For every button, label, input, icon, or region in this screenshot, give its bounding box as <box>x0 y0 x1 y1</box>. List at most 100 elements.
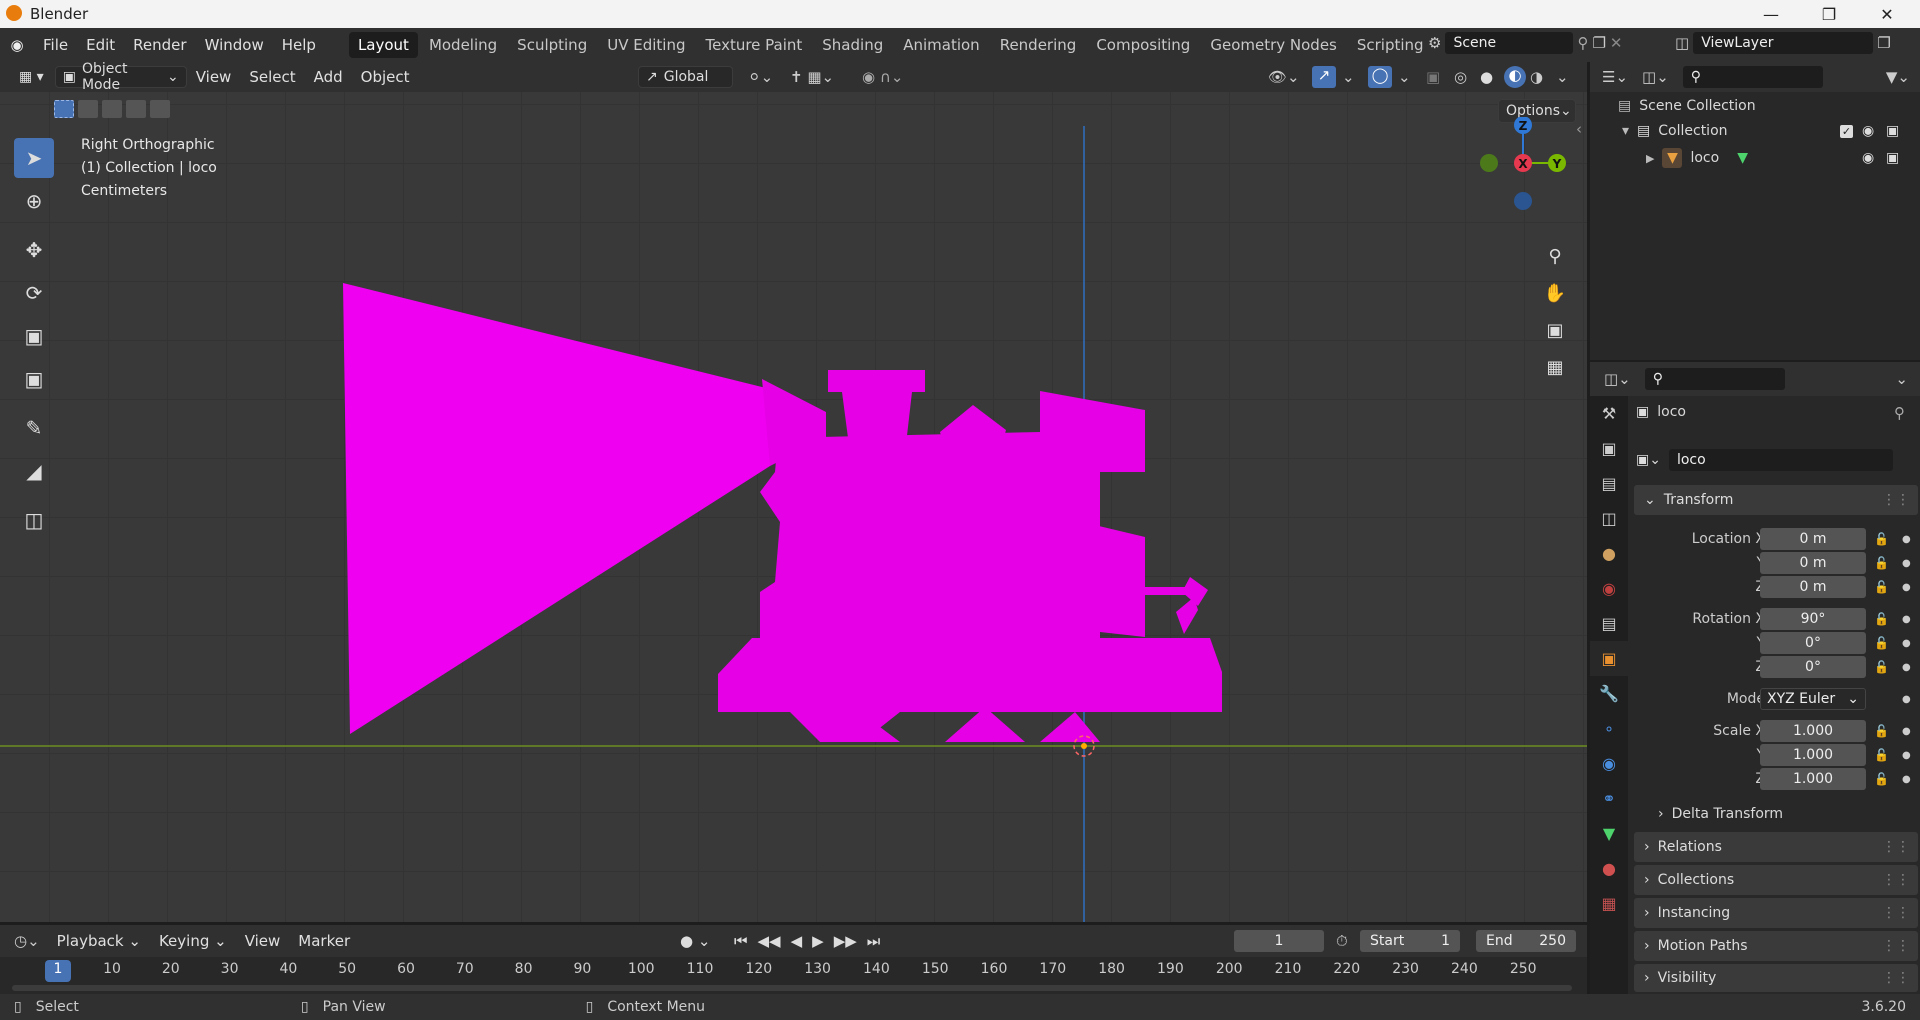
lock-icon[interactable]: 🔓 <box>1874 724 1889 738</box>
timeline-editor-icon[interactable]: ◷⌄ <box>14 932 40 950</box>
pivot-icon[interactable]: ⚪⌄ <box>748 68 773 86</box>
scene-name-field[interactable]: Scene <box>1445 32 1574 54</box>
mode-dropdown[interactable]: ▣ Object Mode ⌄ <box>54 61 187 93</box>
exclude-checkbox[interactable]: ✓ <box>1840 124 1853 138</box>
wireframe-shading-icon[interactable]: ◎ <box>1454 68 1467 86</box>
record-icon[interactable]: ● ⌄ <box>680 932 710 950</box>
keyframe-dot-icon[interactable]: ● <box>1902 614 1911 625</box>
eye-icon[interactable]: ◉ <box>1862 150 1874 166</box>
tab-rendering[interactable]: Rendering <box>991 32 1086 58</box>
mesh-data-tab-icon[interactable]: ▼ <box>1590 816 1628 851</box>
timeline-ruler[interactable]: 1 10 20 30 40 50 60 70 80 90 100 110 120 130 140 150 160… <box>0 957 1587 994</box>
keyframe-dot-icon[interactable]: ● <box>1902 534 1911 545</box>
jump-start-icon[interactable]: ⏮ <box>734 932 748 950</box>
object-type-dropdown-icon[interactable]: ▣⌄ <box>1636 452 1661 468</box>
outliner-collection-row[interactable]: ▾ ▤ Collection ✓ ◉ ▣ <box>1622 123 1918 139</box>
close-button[interactable]: ✕ <box>1858 0 1916 28</box>
particles-tab-icon[interactable]: ∘ <box>1590 711 1628 746</box>
display-mode-icon[interactable]: ◫⌄ <box>1642 68 1669 86</box>
blender-menu-icon[interactable]: ◉ <box>0 36 34 54</box>
sidebar-toggle-icon[interactable]: ‹ <box>1576 120 1582 138</box>
properties-editor-icon[interactable]: ◫⌄ <box>1604 370 1631 388</box>
world-tab-icon[interactable]: ◉ <box>1590 571 1628 606</box>
filter-icon[interactable]: ▼⌄ <box>1886 68 1910 86</box>
transform-panel-header[interactable]: ⌄ Transform ⋮⋮ <box>1634 485 1918 515</box>
lock-icon[interactable]: 🔓 <box>1874 660 1889 674</box>
viewlayer-selector[interactable]: ◫ ViewLayer ❐ <box>1675 32 1891 54</box>
keyframe-dot-icon[interactable]: ● <box>1902 638 1911 649</box>
keyframe-dot-icon[interactable]: ● <box>1902 750 1911 761</box>
pan-hand-icon[interactable]: ✋ <box>1539 277 1571 309</box>
drag-handle-icon[interactable]: ⋮⋮ <box>1882 970 1910 986</box>
gizmo-toggle-icon[interactable]: ↗ <box>1312 66 1336 88</box>
scale-z-field[interactable]: 1.000 <box>1760 768 1866 790</box>
timeline-menu-playback[interactable]: Playback ⌄ <box>48 924 150 958</box>
tab-shading[interactable]: Shading <box>813 32 892 58</box>
scene-selector[interactable]: ⚙ Scene ⚲ ❐ ✕ <box>1428 32 1622 54</box>
zoom-icon[interactable]: ⚲ <box>1539 240 1571 272</box>
lock-icon[interactable]: 🔓 <box>1874 556 1889 570</box>
expand-arrow-icon[interactable]: ▶ <box>1646 152 1654 165</box>
location-z-field[interactable]: 0 m <box>1760 576 1866 598</box>
orientation-dropdown[interactable]: ↗ Global <box>638 66 733 88</box>
timeline-menu-marker[interactable]: Marker <box>289 924 359 958</box>
remove-scene-icon[interactable]: ✕ <box>1610 34 1623 52</box>
render-camera-icon[interactable]: ▣ <box>1886 150 1899 166</box>
vp-menu-view[interactable]: View <box>187 60 241 94</box>
jump-keyframe-forward-icon[interactable]: ▶▶ <box>834 932 857 950</box>
navigation-gizmo[interactable]: Z Y X <box>1465 117 1575 217</box>
overlays-icon[interactable]: ◯ <box>1368 66 1392 88</box>
delta-transform-header[interactable]: › Delta Transform <box>1658 806 1783 822</box>
rendered-shading-icon[interactable]: ◑ <box>1530 68 1543 86</box>
texture-tab-icon[interactable]: ▦ <box>1590 886 1628 921</box>
tab-texture-paint[interactable]: Texture Paint <box>696 32 811 58</box>
overlays-dropdown-icon[interactable]: ⌄ <box>1398 68 1411 86</box>
vp-menu-object[interactable]: Object <box>352 60 419 94</box>
timeline-menu-view[interactable]: View <box>236 924 290 958</box>
lock-icon[interactable]: 🔓 <box>1874 580 1889 594</box>
physics-tab-icon[interactable]: ◉ <box>1590 746 1628 781</box>
lock-icon[interactable]: 🔓 <box>1874 612 1889 626</box>
keyframe-dot-icon[interactable]: ● <box>1902 774 1911 785</box>
location-y-field[interactable]: 0 m <box>1760 552 1866 574</box>
tab-uv-editing[interactable]: UV Editing <box>598 32 694 58</box>
instancing-panel-header[interactable]: › Instancing ⋮⋮ <box>1634 898 1918 928</box>
play-reverse-icon[interactable]: ◀ <box>791 932 803 950</box>
constraints-tab-icon[interactable]: ⚭ <box>1590 781 1628 816</box>
menu-file[interactable]: File <box>34 28 77 62</box>
keyframe-dot-icon[interactable]: ● <box>1902 662 1911 673</box>
rotation-y-field[interactable]: 0° <box>1760 632 1866 654</box>
view-layer-tab-icon[interactable]: ◫ <box>1590 501 1628 536</box>
current-frame-field[interactable]: 1 <box>1234 930 1324 952</box>
tab-animation[interactable]: Animation <box>894 32 988 58</box>
proportional-edit-icon[interactable]: ◉ ∩⌄ <box>862 68 903 86</box>
minimize-button[interactable]: — <box>1742 0 1800 28</box>
timeline-scrollbar[interactable] <box>12 985 1572 991</box>
lock-icon[interactable]: 🔓 <box>1874 532 1889 546</box>
visibility-icon[interactable]: 👁⌄ <box>1268 68 1300 86</box>
jump-end-icon[interactable]: ⏭ <box>867 932 881 950</box>
tab-compositing[interactable]: Compositing <box>1087 32 1199 58</box>
pin-icon[interactable]: ⚲ <box>1577 34 1588 52</box>
lock-icon[interactable]: 🔓 <box>1874 772 1889 786</box>
camera-icon[interactable]: ▣ <box>1539 314 1571 346</box>
output-tab-icon[interactable]: ▤ <box>1590 466 1628 501</box>
properties-search-input[interactable]: ⚲ <box>1644 368 1785 390</box>
render-camera-icon[interactable]: ▣ <box>1886 123 1899 139</box>
object-tab-icon[interactable]: ▣ <box>1590 641 1628 676</box>
modifier-tab-icon[interactable]: 🔧 <box>1590 676 1628 711</box>
timeline-menu-keying[interactable]: Keying ⌄ <box>150 924 236 958</box>
menu-render[interactable]: Render <box>124 28 195 62</box>
scene-tab-icon[interactable]: ● <box>1590 536 1628 571</box>
new-viewlayer-icon[interactable]: ❐ <box>1877 34 1890 52</box>
material-tab-icon[interactable]: ● <box>1590 851 1628 886</box>
snap-icon[interactable]: ✝ ▦⌄ <box>790 68 834 86</box>
relations-panel-header[interactable]: › Relations ⋮⋮ <box>1634 832 1918 862</box>
drag-handle-icon[interactable]: ⋮⋮ <box>1882 839 1910 855</box>
lock-icon[interactable]: 🔓 <box>1874 748 1889 762</box>
rotation-x-field[interactable]: 90° <box>1760 608 1866 630</box>
drag-handle-icon[interactable]: ⋮⋮ <box>1882 492 1910 508</box>
restore-button[interactable]: ❐ <box>1800 0 1858 28</box>
vp-menu-select[interactable]: Select <box>240 60 304 94</box>
location-x-field[interactable]: 0 m <box>1760 528 1866 550</box>
